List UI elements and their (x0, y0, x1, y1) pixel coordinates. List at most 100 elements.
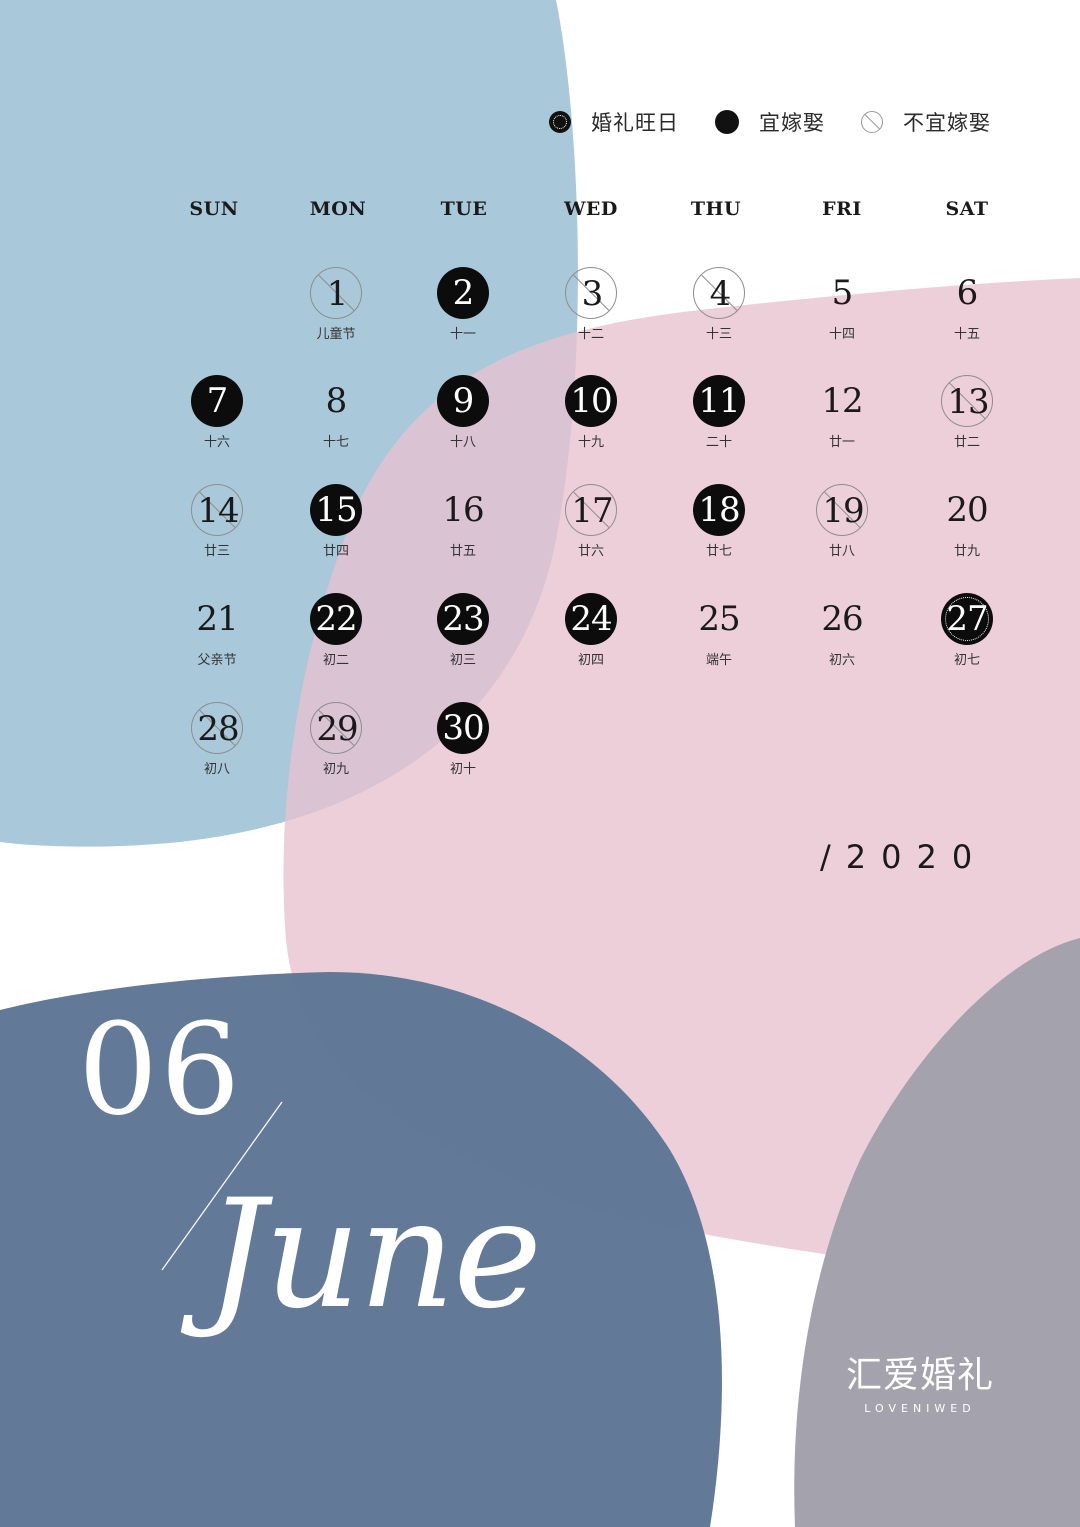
day-number: 14 (197, 491, 239, 531)
lunar-date: 十三 (705, 327, 732, 342)
day-number: 4 (709, 274, 732, 314)
lunar-date: 十八 (449, 435, 476, 450)
lunar-date: 十二 (577, 327, 604, 342)
auspicious-mark: 10 (565, 375, 617, 427)
lunar-date: 初四 (577, 653, 604, 668)
lunar-date: 父亲节 (197, 653, 237, 668)
inauspicious-mark: 29 (310, 702, 362, 754)
lunar-date: 十四 (828, 327, 855, 342)
day-number-wrap: 25 (693, 593, 745, 645)
auspicious-mark: 22 (310, 593, 362, 645)
day-number: 9 (452, 381, 475, 421)
auspicious-mark: 11 (693, 375, 745, 427)
day-number: 28 (197, 709, 239, 749)
day-cell: 5 十四 (787, 267, 897, 367)
day-number: 29 (316, 709, 358, 749)
lunar-date: 廿六 (577, 544, 604, 559)
day-number: 30 (442, 708, 484, 748)
day-number: 24 (570, 599, 612, 639)
day-number: 7 (206, 381, 229, 421)
day-number: 10 (570, 381, 612, 421)
lunar-date: 初八 (203, 762, 230, 777)
day-cell: 6 十五 (912, 267, 1022, 367)
lunar-date: 十九 (577, 435, 604, 450)
lunar-date: 廿七 (705, 544, 732, 559)
lunar-date: 十五 (953, 327, 980, 342)
day-cell: 27 初七 (912, 593, 1022, 693)
day-number-wrap: 6 (941, 267, 993, 319)
day-number: 13 (947, 382, 989, 422)
calendar-page: 婚礼旺日 宜嫁娶 不宜嫁娶 SUN MON TUE WED THU FRI SA… (0, 0, 1080, 1527)
month-name: June (206, 1168, 542, 1342)
inauspicious-mark: 19 (816, 484, 868, 536)
day-number: 3 (581, 274, 604, 314)
inauspicious-mark: 4 (693, 267, 745, 319)
day-number: 26 (821, 599, 863, 639)
day-number-wrap: 5 (816, 267, 868, 319)
day-cell: 9 十八 (408, 375, 518, 475)
lunar-date: 初三 (449, 653, 476, 668)
day-number-wrap: 12 (816, 375, 868, 427)
inauspicious-mark: 3 (565, 267, 617, 319)
day-cell: 18 廿七 (664, 484, 774, 584)
lunar-date: 初七 (953, 653, 980, 668)
brand-name-en: LOVENIWED (864, 1402, 976, 1415)
day-number: 21 (196, 599, 238, 639)
day-cell: 3 十二 (536, 267, 646, 367)
day-cell: 14 廿三 (162, 484, 272, 584)
day-cell: 21 父亲节 (162, 593, 272, 693)
day-number: 15 (315, 490, 357, 530)
lunar-date: 初六 (828, 653, 855, 668)
inauspicious-mark: 1 (310, 267, 362, 319)
day-number: 27 (946, 599, 988, 639)
day-cell: 28 初八 (162, 702, 272, 802)
lunar-date: 十六 (203, 435, 230, 450)
lunar-date: 端午 (705, 653, 732, 668)
day-cell: 10 十九 (536, 375, 646, 475)
day-number: 5 (831, 273, 854, 313)
day-cell: 4 十三 (664, 267, 774, 367)
day-number: 12 (821, 381, 863, 421)
month-number: 06 (78, 996, 243, 1143)
day-number: 19 (822, 491, 864, 531)
day-cell: 12 廿一 (787, 375, 897, 475)
inauspicious-mark: 17 (565, 484, 617, 536)
auspicious-mark: 9 (437, 375, 489, 427)
day-number: 2 (452, 273, 475, 313)
day-number-wrap: 26 (816, 593, 868, 645)
day-number-wrap: 20 (941, 484, 993, 536)
day-number: 23 (442, 599, 484, 639)
day-number: 11 (698, 381, 740, 421)
lunar-date: 十七 (322, 435, 349, 450)
lunar-date: 廿四 (322, 544, 349, 559)
lunar-date: 廿五 (449, 544, 476, 559)
day-cell: 17 廿六 (536, 484, 646, 584)
day-cell: 2 十一 (408, 267, 518, 367)
day-number-wrap: 21 (191, 593, 243, 645)
auspicious-mark: 24 (565, 593, 617, 645)
day-number: 16 (442, 490, 484, 530)
day-number: 25 (698, 599, 740, 639)
inauspicious-mark: 13 (941, 375, 993, 427)
lunar-date: 廿二 (953, 435, 980, 450)
auspicious-mark: 30 (437, 702, 489, 754)
day-number: 18 (698, 490, 740, 530)
auspicious-mark: 15 (310, 484, 362, 536)
day-cell: 25 端午 (664, 593, 774, 693)
lunar-date: 廿一 (828, 435, 855, 450)
day-cell: 26 初六 (787, 593, 897, 693)
inauspicious-mark: 14 (191, 484, 243, 536)
lunar-date: 廿八 (828, 544, 855, 559)
day-cell: 30 初十 (408, 702, 518, 802)
lunar-date: 十一 (449, 327, 476, 342)
day-cell: 24 初四 (536, 593, 646, 693)
day-number-wrap: 16 (437, 484, 489, 536)
year-label: /2020 (820, 838, 988, 876)
lunar-date: 二十 (705, 435, 732, 450)
day-cell: 29 初九 (281, 702, 391, 802)
day-cell: 22 初二 (281, 593, 391, 693)
day-cell: 23 初三 (408, 593, 518, 693)
day-number: 17 (571, 491, 613, 531)
peak-wedding-mark: 27 (941, 593, 993, 645)
day-cell: 19 廿八 (787, 484, 897, 584)
